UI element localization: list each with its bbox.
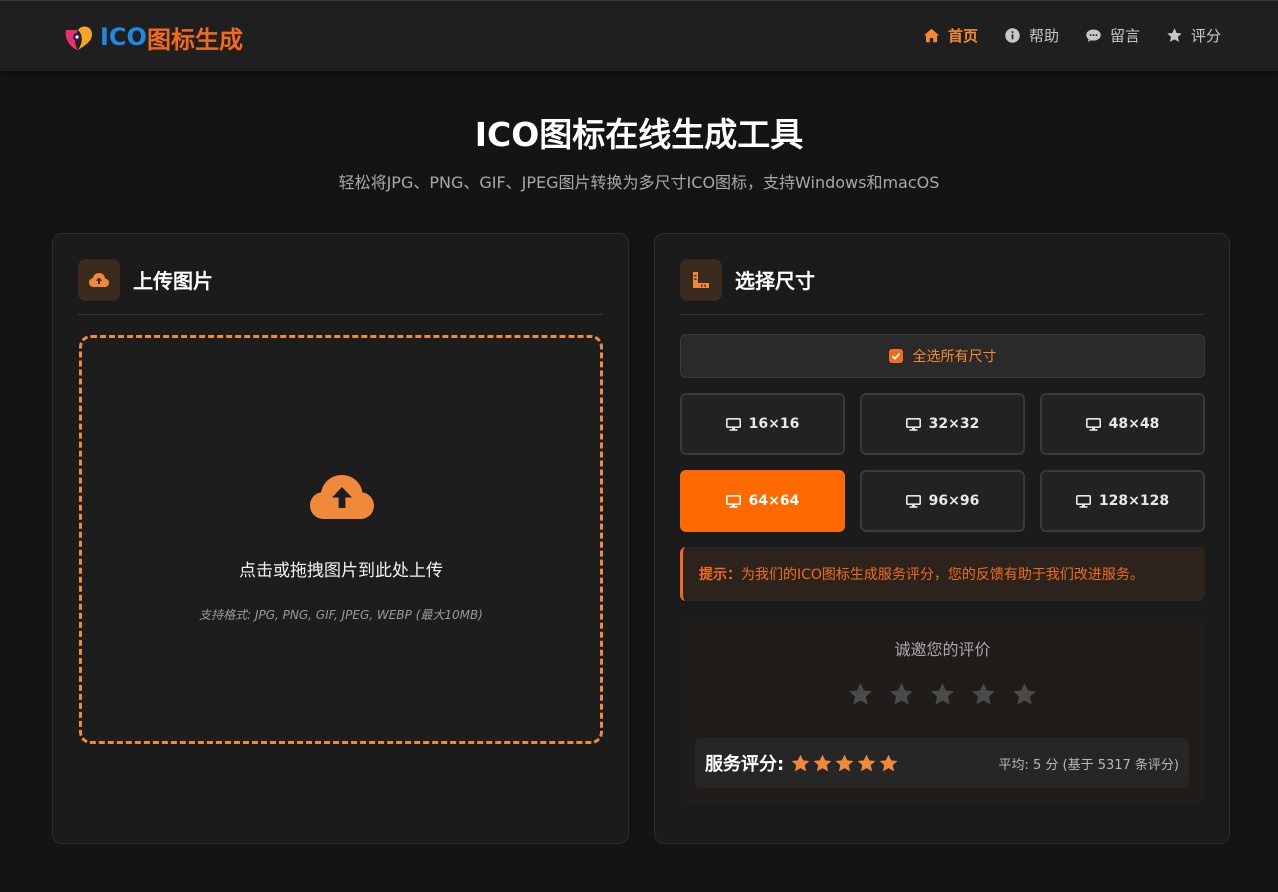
monitor-icon <box>1085 417 1101 431</box>
select-all-checkbox[interactable] <box>888 349 903 363</box>
rating-prompt: 诚邀您的评价 <box>894 640 991 659</box>
nav-help-label: 帮助 <box>1028 27 1059 45</box>
score-star-icon <box>791 754 810 771</box>
logo-icon <box>65 26 92 50</box>
score-stars <box>790 753 899 774</box>
nav-home-label: 首页 <box>947 27 978 45</box>
tip-label: 提示： <box>699 567 741 583</box>
upload-panel-title: 上传图片 <box>133 269 213 293</box>
upload-panel-icon-box <box>78 259 120 301</box>
size-option-128[interactable]: 128×128 <box>1040 470 1205 532</box>
size-option-48[interactable]: 48×48 <box>1040 393 1205 455</box>
select-all-sizes-button[interactable]: 全选所有尺寸 <box>680 334 1205 378</box>
monitor-icon <box>905 417 921 431</box>
site-logo[interactable]: ICO 图标生成 <box>62 18 243 56</box>
logo-ico-text: ICO <box>100 23 147 51</box>
score-star-icon <box>835 754 854 771</box>
score-label: 服务评分: <box>705 754 785 775</box>
size-option-label: 48×48 <box>1108 416 1160 432</box>
rate-star-4-icon[interactable] <box>970 681 997 708</box>
size-option-96[interactable]: 96×96 <box>860 470 1025 532</box>
monitor-icon <box>1075 494 1091 508</box>
size-panel-title: 选择尺寸 <box>735 269 815 293</box>
rating-tip: 提示： 为我们的ICO图标生成服务评分，您的反馈有助于我们改进服务。 <box>680 547 1205 601</box>
check-icon <box>891 352 900 360</box>
star-icon <box>1167 28 1182 42</box>
dropzone-formats: 支持格式: JPG, PNG, GIF, JPEG, WEBP (最大10MB) <box>199 608 483 622</box>
nav-help[interactable]: 帮助 <box>1004 25 1059 46</box>
top-header: ICO 图标生成 首页 帮助 留言 评分 <box>0 0 1278 71</box>
size-option-label: 128×128 <box>1098 493 1170 509</box>
home-icon <box>923 28 940 43</box>
upload-dropzone[interactable]: 点击或拖拽图片到此处上传 支持格式: JPG, PNG, GIF, JPEG, … <box>79 335 603 744</box>
size-panel-icon-box <box>680 259 722 301</box>
monitor-icon <box>725 494 741 508</box>
size-option-16[interactable]: 16×16 <box>680 393 845 455</box>
nav-comments-label: 留言 <box>1109 27 1140 45</box>
score-average: 平均: 5 分 (基于 5317 条评分) <box>998 757 1179 773</box>
service-score-row: 服务评分: 平均: 5 分 (基于 5317 条评分) <box>695 738 1189 788</box>
dropzone-instruction: 点击或拖拽图片到此处上传 <box>239 561 443 581</box>
cloud-upload-icon <box>89 273 109 287</box>
main-nav: 首页 帮助 留言 评分 <box>923 25 1221 46</box>
size-options-grid: 16×16 32×32 48×48 64×64 96×96 128×128 <box>680 393 1205 532</box>
page-title: ICO图标在线生成工具 <box>474 115 804 154</box>
nav-rating[interactable]: 评分 <box>1166 25 1221 46</box>
size-panel: 选择尺寸 全选所有尺寸 16×16 32×32 48×48 64×64 96×9… <box>654 233 1230 844</box>
tip-text: 为我们的ICO图标生成服务评分，您的反馈有助于我们改进服务。 <box>741 567 1144 583</box>
logo-text: ICO 图标生成 <box>100 20 243 55</box>
page-subtitle: 轻松将JPG、PNG、GIF、JPEG图片转换为多尺寸ICO图标，支持Windo… <box>338 173 940 192</box>
score-star-icon <box>879 754 898 771</box>
nav-rating-label: 评分 <box>1190 27 1221 45</box>
size-option-32[interactable]: 32×32 <box>860 393 1025 455</box>
nav-home[interactable]: 首页 <box>923 25 978 46</box>
monitor-icon <box>905 494 921 508</box>
rating-box: 诚邀您的评价 服务评分: 平均: 5 分 (基于 5317 条评分) <box>680 617 1205 803</box>
nav-comments[interactable]: 留言 <box>1085 25 1140 46</box>
logo-cn-text: 图标生成 <box>146 25 243 54</box>
ruler-icon <box>693 272 709 288</box>
upload-panel: 上传图片 点击或拖拽图片到此处上传 支持格式: JPG, PNG, GIF, J… <box>52 233 629 844</box>
monitor-icon <box>725 417 741 431</box>
size-option-label: 96×96 <box>928 493 980 509</box>
size-option-label: 32×32 <box>928 416 980 432</box>
comment-icon <box>1086 29 1101 42</box>
size-option-label: 64×64 <box>748 493 800 509</box>
star-rating-input <box>680 681 1205 708</box>
size-option-label: 16×16 <box>748 416 800 432</box>
rate-star-1-icon[interactable] <box>847 681 874 708</box>
select-all-label: 全选所有尺寸 <box>912 349 997 365</box>
rate-star-2-icon[interactable] <box>888 681 915 708</box>
size-option-64[interactable]: 64×64 <box>680 470 845 532</box>
info-icon <box>1005 28 1020 43</box>
upload-panel-header: 上传图片 <box>78 259 603 315</box>
rate-star-5-icon[interactable] <box>1011 681 1038 708</box>
score-star-icon <box>813 754 832 771</box>
size-panel-header: 选择尺寸 <box>680 259 1204 315</box>
score-star-icon <box>857 754 876 771</box>
cloud-upload-large-icon <box>310 475 374 519</box>
rate-star-3-icon[interactable] <box>929 681 956 708</box>
